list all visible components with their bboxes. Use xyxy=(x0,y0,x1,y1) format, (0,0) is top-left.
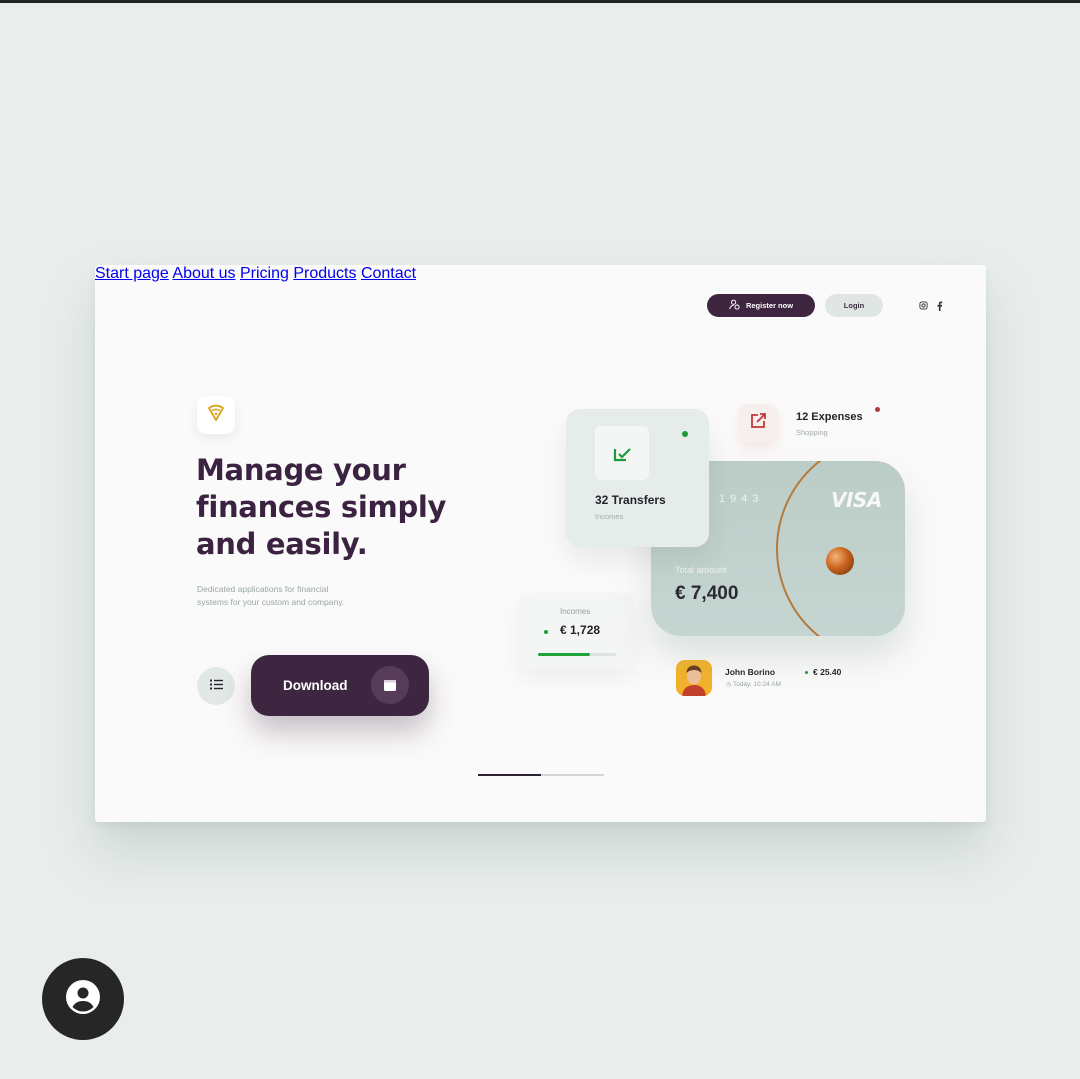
user-add-icon xyxy=(729,299,740,312)
download-label: Download xyxy=(283,678,348,693)
transaction-time: ◷ Today, 10:24 AM xyxy=(726,681,781,688)
top-border xyxy=(0,0,1080,3)
transfers-sub: Incomes xyxy=(595,512,624,521)
amount-dot xyxy=(805,671,808,674)
account-circle-icon xyxy=(64,978,102,1021)
user-profile-button[interactable] xyxy=(42,958,124,1040)
hero-headline: Manage your finances simply and easily. xyxy=(196,453,447,561)
facebook-icon[interactable] xyxy=(936,301,943,313)
status-dot xyxy=(682,431,688,437)
total-amount-label: Total amount xyxy=(675,565,727,575)
landing-page-frame: Start page About us Pricing Products Con… xyxy=(95,265,986,822)
expenses-sub: Shopping xyxy=(796,428,828,437)
person-avatar-icon xyxy=(676,660,712,696)
external-link-icon xyxy=(750,412,767,434)
transaction-name: John Borino xyxy=(725,667,776,677)
total-amount-value: € 7,400 xyxy=(675,583,739,604)
register-label: Register now xyxy=(745,301,794,310)
main-nav: Start page About us Pricing Products Con… xyxy=(95,265,986,283)
register-button[interactable]: Register now xyxy=(707,294,815,317)
visa-logo: VISA xyxy=(831,488,882,512)
pizza-wifi-icon xyxy=(207,404,225,427)
expenses-title: 12 Expenses xyxy=(796,411,863,423)
list-icon xyxy=(209,677,223,695)
nav-products[interactable]: Products xyxy=(293,265,356,282)
clock-icon: ◷ xyxy=(726,682,732,688)
slide-progress-fill xyxy=(478,774,541,776)
hero-subtitle: Dedicated applications for financial sys… xyxy=(197,584,345,607)
slide-progress[interactable] xyxy=(478,774,604,776)
brand-logo xyxy=(197,396,235,434)
instagram-icon[interactable] xyxy=(919,301,928,313)
transaction-amount: € 25.40 xyxy=(813,667,842,677)
incomes-label: Incomes xyxy=(560,607,591,616)
expenses-icon-box[interactable] xyxy=(739,404,777,442)
transfers-title: 32 Transfers xyxy=(595,493,666,507)
edit-check-icon xyxy=(595,426,649,480)
incomes-card[interactable]: Incomes € 1,728 xyxy=(518,593,634,669)
expenses-status-dot xyxy=(875,407,880,412)
menu-list-button[interactable] xyxy=(197,667,235,705)
incomes-dot xyxy=(544,630,548,634)
nav-about-us[interactable]: About us xyxy=(172,265,235,282)
incomes-progress xyxy=(538,653,616,656)
nav-pricing[interactable]: Pricing xyxy=(240,265,289,282)
social-links xyxy=(919,301,943,313)
wallet-icon xyxy=(371,666,409,704)
card-chip-orb xyxy=(826,547,854,575)
transfers-card[interactable]: 32 Transfers Incomes xyxy=(566,409,709,547)
incomes-progress-fill xyxy=(538,653,591,656)
login-button[interactable]: Login xyxy=(825,294,883,317)
nav-start-page[interactable]: Start page xyxy=(95,265,169,282)
card-digits: 1943 xyxy=(719,493,764,505)
download-button[interactable]: Download xyxy=(251,655,429,716)
nav-contact[interactable]: Contact xyxy=(361,265,416,282)
avatar[interactable] xyxy=(676,660,712,696)
incomes-value: € 1,728 xyxy=(560,623,601,637)
